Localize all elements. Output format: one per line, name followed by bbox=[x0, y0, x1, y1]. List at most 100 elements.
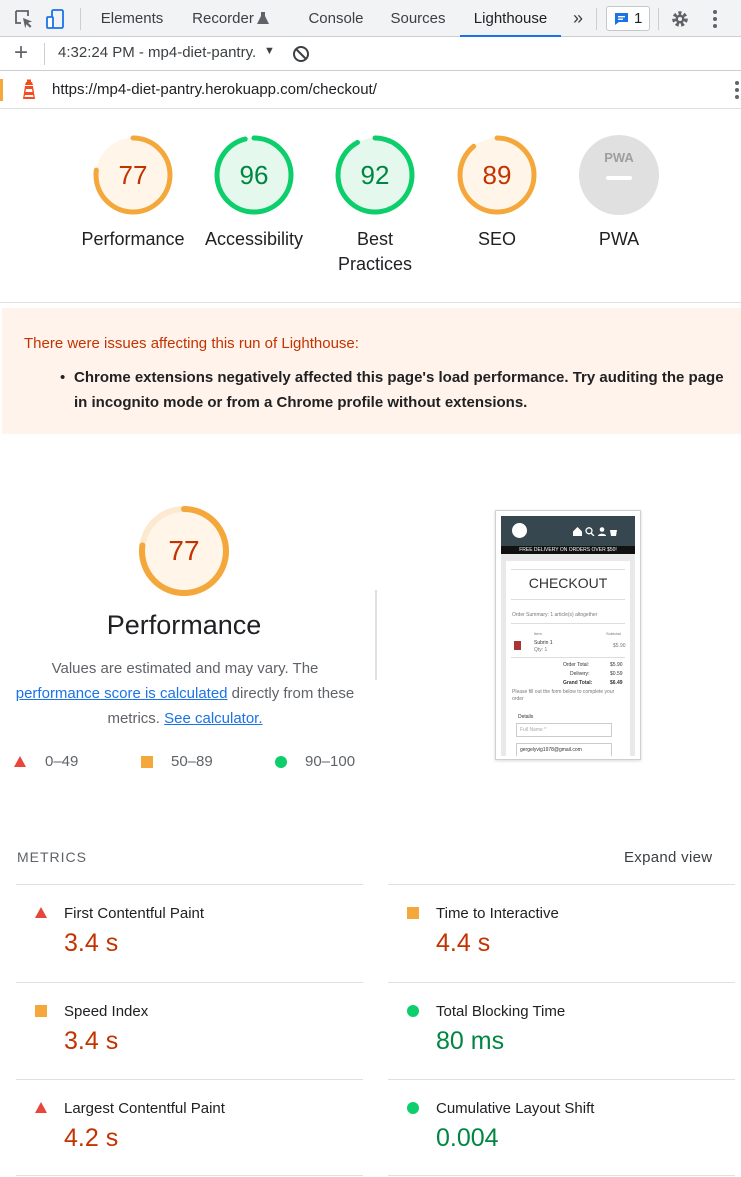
dropdown-arrow-icon: ▼ bbox=[264, 45, 275, 57]
screenshot-banner: FREE DELIVERY ON ORDERS OVER $50! bbox=[501, 546, 635, 554]
toolbar-separator bbox=[44, 43, 45, 65]
device-toggle-icon[interactable] bbox=[45, 8, 67, 30]
desc-text-1: Values are estimated and may vary. The bbox=[51, 660, 319, 677]
screenshot-checkout-heading: CHECKOUT bbox=[528, 575, 608, 591]
screenshot-product-image bbox=[514, 641, 521, 650]
circle-icon bbox=[407, 1005, 419, 1017]
more-tabs-button[interactable]: » bbox=[566, 0, 590, 37]
screenshot-nav-icons bbox=[573, 527, 617, 536]
square-icon bbox=[35, 1005, 47, 1017]
tab-separator bbox=[80, 8, 81, 30]
tab-elements[interactable]: Elements bbox=[92, 0, 172, 37]
performance-big-gauge[interactable]: 77 bbox=[138, 505, 230, 597]
issues-button[interactable]: 1 bbox=[606, 6, 650, 31]
legend-pass-range: 90–100 bbox=[305, 753, 356, 770]
kebab-menu-icon[interactable] bbox=[704, 8, 726, 30]
screenshot-order-summary: Order Summary: 1 article(s) altogether bbox=[512, 612, 598, 618]
gauge-label: Best Practices bbox=[337, 229, 413, 274]
performance-title: Performance bbox=[106, 610, 262, 640]
metric-name: Cumulative Layout Shift bbox=[436, 1100, 595, 1117]
gauge-label: Performance bbox=[81, 229, 185, 249]
url-bar-marker bbox=[0, 79, 3, 101]
metric-value: 4.2 s bbox=[64, 1124, 119, 1152]
screenshot-col-subtotal: Subtotal bbox=[606, 631, 621, 636]
gauge-score: 92 bbox=[360, 160, 390, 190]
metric-divider bbox=[16, 884, 363, 885]
metric-divider bbox=[16, 982, 363, 983]
screenshot-details-label: Details bbox=[518, 714, 534, 720]
metric-value: 0.004 bbox=[436, 1124, 499, 1152]
issues-count: 1 bbox=[634, 10, 643, 27]
screenshot-rule bbox=[511, 569, 625, 570]
screenshot-logo bbox=[512, 523, 527, 538]
metric-divider bbox=[388, 1079, 735, 1080]
screenshot-checkout-card: CHECKOUT Order Summary: 1 article(s) alt… bbox=[506, 561, 630, 756]
screenshot-page: FREE DELIVERY ON ORDERS OVER $50! CHECKO… bbox=[501, 516, 635, 756]
warning-bullet: • bbox=[60, 369, 66, 386]
url-menu-icon[interactable] bbox=[733, 80, 741, 100]
warning-item: Chrome extensions negatively affected th… bbox=[74, 369, 724, 411]
settings-gear-icon[interactable] bbox=[669, 8, 691, 30]
square-icon bbox=[407, 907, 419, 919]
screenshot-delivery: $0.59 bbox=[610, 671, 623, 677]
metrics-heading: METRICS bbox=[17, 849, 87, 865]
screenshot-product-name: Subrin 1 bbox=[534, 640, 553, 646]
performance-description: Values are estimated and may vary. The p… bbox=[10, 656, 360, 731]
metric-name: Time to Interactive bbox=[436, 905, 559, 922]
clear-all-icon[interactable] bbox=[292, 45, 310, 63]
warning-title: There were issues affecting this run of … bbox=[24, 335, 359, 352]
gauge-score: 96 bbox=[239, 160, 269, 190]
score-calculated-link[interactable]: performance score is calculated bbox=[16, 685, 228, 702]
triangle-icon bbox=[35, 907, 47, 918]
tab-sources[interactable]: Sources bbox=[378, 0, 458, 37]
screenshot-rule bbox=[511, 623, 625, 624]
metric-divider bbox=[388, 884, 735, 885]
inspect-element-icon[interactable] bbox=[13, 8, 35, 30]
tab-console[interactable]: Console bbox=[296, 0, 376, 37]
issues-icon bbox=[615, 13, 628, 25]
gauge-label: SEO bbox=[477, 229, 516, 249]
screenshot-order-total-label: Order Total: bbox=[563, 662, 590, 668]
screenshot-instructions: Please fill out the form below to comple… bbox=[512, 689, 615, 702]
metric-divider bbox=[16, 1079, 363, 1080]
new-report-button[interactable]: + bbox=[14, 39, 28, 67]
gauge-score: 77 bbox=[118, 160, 148, 190]
screenshot-header bbox=[501, 516, 635, 546]
screenshot-rule bbox=[511, 599, 625, 600]
metric-name: Largest Contentful Paint bbox=[64, 1100, 225, 1117]
expand-view-toggle[interactable]: Expand view bbox=[624, 849, 712, 866]
screenshot-product-qty: Qty: 1 bbox=[534, 647, 548, 653]
tab-separator bbox=[658, 8, 659, 30]
legend-average-range: 50–89 bbox=[171, 753, 213, 770]
gauge-score: 89 bbox=[482, 160, 512, 190]
tab-lighthouse[interactable]: Lighthouse bbox=[460, 0, 561, 37]
gauge-label: PWA bbox=[598, 229, 640, 249]
metric-value: 3.4 s bbox=[64, 929, 119, 957]
screenshot-grand-total: $6.49 bbox=[610, 680, 623, 686]
metric-divider bbox=[16, 1175, 363, 1176]
metric-name: First Contentful Paint bbox=[64, 905, 205, 922]
metric-value: 3.4 s bbox=[64, 1027, 119, 1055]
scores-divider bbox=[0, 302, 741, 303]
see-calculator-link[interactable]: See calculator. bbox=[164, 710, 262, 727]
url-bar: https://mp4-diet-pantry.herokuapp.com/ch… bbox=[0, 71, 741, 109]
screenshot-grand-total-label: Grand Total: bbox=[563, 680, 593, 686]
performance-divider bbox=[375, 590, 377, 680]
screenshot-product-price: $5.90 bbox=[613, 643, 626, 649]
metric-divider bbox=[388, 982, 735, 983]
screenshot-email-value: gergelyvig1978@gmail.com bbox=[520, 747, 582, 753]
report-selector-label: 4:32:24 PM - mp4-diet-pantry. bbox=[58, 44, 257, 61]
tab-recorder-label: Recorder bbox=[192, 10, 254, 27]
screenshot-full-name-input: Full Name * bbox=[516, 723, 612, 737]
page-url[interactable]: https://mp4-diet-pantry.herokuapp.com/ch… bbox=[52, 81, 377, 98]
tab-recorder[interactable]: Recorder bbox=[183, 0, 269, 37]
screenshot-rule bbox=[511, 657, 625, 658]
final-screenshot[interactable]: FREE DELIVERY ON ORDERS OVER $50! CHECKO… bbox=[495, 510, 641, 760]
square-icon bbox=[141, 756, 153, 768]
pwa-dash-icon bbox=[606, 176, 632, 180]
triangle-icon bbox=[35, 1102, 47, 1113]
metric-name: Speed Index bbox=[64, 1003, 149, 1020]
screenshot-full-name-placeholder: Full Name * bbox=[520, 727, 547, 733]
tab-separator bbox=[596, 8, 597, 30]
lighthouse-logo-icon bbox=[23, 79, 35, 99]
